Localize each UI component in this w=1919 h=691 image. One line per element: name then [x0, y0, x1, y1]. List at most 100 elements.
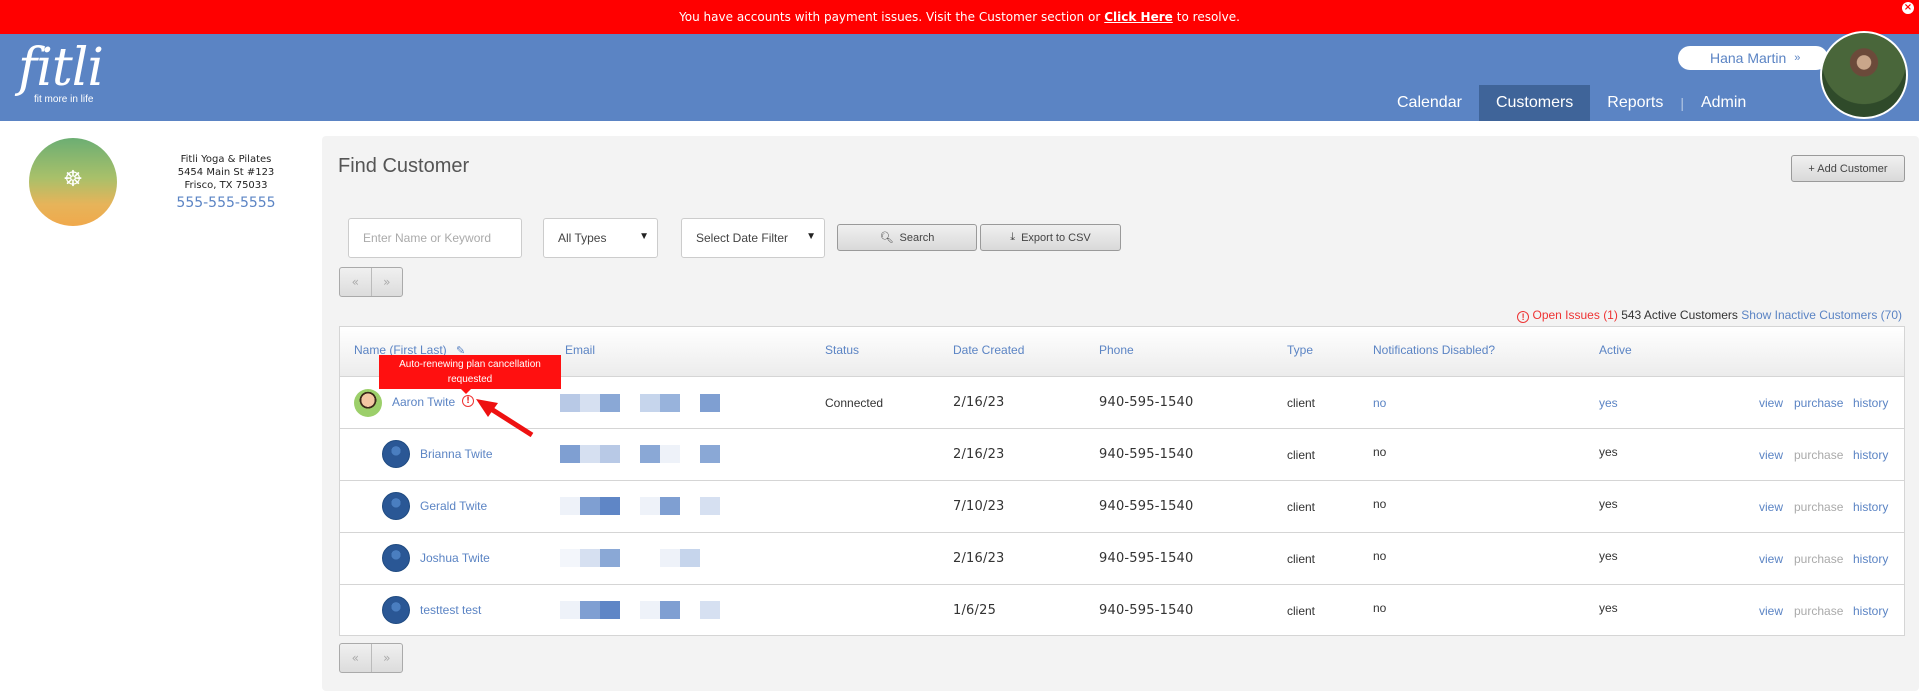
- table-row[interactable]: Joshua Twite 2/16/23 940-595-1540 client…: [340, 533, 1904, 585]
- date-created-value: 2/16/23: [953, 551, 1005, 566]
- col-notif-header[interactable]: Notifications Disabled?: [1373, 343, 1495, 357]
- type-select[interactable]: All Types ▼: [543, 218, 658, 258]
- export-button-label: Export to CSV: [1021, 231, 1091, 244]
- customer-name-link[interactable]: testtest test: [420, 603, 481, 617]
- studio-phone[interactable]: 555-555-5555: [152, 192, 300, 214]
- notifications-value: no: [1373, 445, 1387, 459]
- alert-circle-icon: !: [1517, 311, 1530, 323]
- date-filter-select[interactable]: Select Date Filter ▼: [681, 218, 825, 258]
- customer-name-link[interactable]: Joshua Twite: [420, 551, 490, 565]
- purchase-link-disabled: purchase: [1794, 604, 1844, 618]
- active-value: yes: [1599, 497, 1618, 511]
- search-button[interactable]: 🔍︎ Search: [837, 224, 977, 251]
- fitli-logo[interactable]: fitli: [18, 40, 104, 96]
- red-arrow-annotation: [476, 399, 534, 438]
- export-csv-button[interactable]: ⤓ Export to CSV: [980, 224, 1121, 251]
- user-avatar[interactable]: [1820, 31, 1908, 119]
- studio-name: Fitli Yoga & Pilates: [180, 154, 272, 165]
- date-created-value: 7/10/23: [953, 499, 1005, 514]
- purchase-link-disabled: purchase: [1794, 448, 1844, 462]
- search-input[interactable]: Enter Name or Keyword: [348, 218, 522, 258]
- open-issues-label: Open Issues (1): [1532, 308, 1618, 322]
- user-menu[interactable]: Hana Martin »: [1678, 46, 1828, 70]
- type-value: client: [1287, 396, 1316, 410]
- table-row[interactable]: testtest test 1/6/25 940-595-1540 client…: [340, 585, 1904, 637]
- phone-value: 940-595-1540: [1099, 499, 1194, 514]
- history-link[interactable]: history: [1853, 604, 1888, 618]
- type-select-value: All Types: [558, 231, 607, 245]
- avatar: [382, 440, 410, 468]
- col-email-header[interactable]: Email: [565, 343, 595, 357]
- customer-name-link[interactable]: Gerald Twite: [420, 499, 487, 513]
- search-button-label: Search: [899, 231, 935, 244]
- cancellation-tooltip: Auto-renewing plan cancellation requeste…: [379, 355, 561, 394]
- studio-address-2: Frisco, TX 75033: [184, 180, 268, 191]
- purchase-link-disabled: purchase: [1794, 552, 1844, 566]
- pager-top: « »: [339, 267, 403, 297]
- history-link[interactable]: history: [1853, 552, 1888, 566]
- nav-calendar[interactable]: Calendar: [1380, 85, 1479, 121]
- phone-value: 940-595-1540: [1099, 551, 1194, 566]
- avatar: [382, 596, 410, 624]
- user-name: Hana Martin: [1710, 50, 1787, 66]
- type-value: client: [1287, 448, 1316, 462]
- view-link[interactable]: view: [1759, 604, 1783, 618]
- pager-next[interactable]: »: [372, 268, 403, 296]
- logo-tagline: fit more in life: [34, 94, 94, 105]
- view-link[interactable]: view: [1759, 396, 1783, 410]
- chevron-down-icon: »: [1794, 52, 1801, 64]
- phone-value: 940-595-1540: [1099, 447, 1194, 462]
- notifications-value: no: [1373, 549, 1387, 563]
- close-icon[interactable]: ×: [1902, 2, 1914, 14]
- meditation-icon: ☸: [63, 167, 83, 192]
- active-value: yes: [1599, 445, 1618, 459]
- show-inactive-link[interactable]: Show Inactive Customers (70): [1741, 308, 1902, 322]
- add-customer-button[interactable]: + Add Customer: [1791, 155, 1905, 182]
- avatar: [382, 544, 410, 572]
- active-toggle[interactable]: yes: [1599, 396, 1618, 410]
- date-created-value: 1/6/25: [953, 603, 997, 618]
- history-link[interactable]: history: [1853, 396, 1888, 410]
- table-row[interactable]: Gerald Twite 7/10/23 940-595-1540 client…: [340, 481, 1904, 533]
- col-date-header[interactable]: Date Created: [953, 343, 1024, 357]
- open-issues-link[interactable]: ! Open Issues (1): [1517, 308, 1621, 323]
- history-link[interactable]: history: [1853, 448, 1888, 462]
- pager-bottom: « »: [339, 643, 403, 673]
- customer-summary: ! Open Issues (1) 543 Active Customers S…: [1517, 308, 1902, 323]
- history-link[interactable]: history: [1853, 500, 1888, 514]
- table-row[interactable]: Brianna Twite 2/16/23 940-595-1540 clien…: [340, 429, 1904, 481]
- main-nav: Calendar Customers Reports | Admin: [1380, 85, 1763, 121]
- view-link[interactable]: view: [1759, 552, 1783, 566]
- table-header: Name (First Last) ✎ Email Status Date Cr…: [340, 327, 1904, 377]
- notifications-toggle[interactable]: no: [1373, 396, 1386, 410]
- pager-next[interactable]: »: [372, 644, 403, 672]
- view-link[interactable]: view: [1759, 500, 1783, 514]
- status-value: Connected: [825, 396, 884, 410]
- purchase-link[interactable]: purchase: [1794, 396, 1843, 410]
- nav-customers[interactable]: Customers: [1478, 85, 1591, 121]
- payment-issues-banner: You have accounts with payment issues. V…: [0, 0, 1919, 34]
- customer-name-link[interactable]: Brianna Twite: [420, 447, 493, 461]
- nav-admin[interactable]: Admin: [1684, 85, 1763, 121]
- active-value: yes: [1599, 601, 1618, 615]
- customers-table: Name (First Last) ✎ Email Status Date Cr…: [339, 326, 1905, 636]
- alert-click-here-link[interactable]: Click Here: [1104, 10, 1173, 24]
- date-filter-value: Select Date Filter: [696, 231, 789, 245]
- search-icon: 🔍︎: [879, 232, 894, 244]
- pager-prev[interactable]: «: [340, 644, 372, 672]
- chevron-down-icon: ▼: [639, 231, 649, 242]
- studio-address-1: 5454 Main St #123: [177, 167, 275, 178]
- customer-name-link[interactable]: Aaron Twite: [392, 395, 455, 409]
- type-value: client: [1287, 500, 1316, 514]
- table-row[interactable]: Aaron Twite ! Connected 2/16/23 940-595-…: [340, 377, 1904, 429]
- alert-text-end: to resolve.: [1176, 10, 1240, 24]
- col-phone-header[interactable]: Phone: [1099, 343, 1134, 357]
- type-value: client: [1287, 604, 1316, 618]
- col-type-header[interactable]: Type: [1287, 343, 1313, 357]
- col-status-header[interactable]: Status: [825, 343, 859, 357]
- view-link[interactable]: view: [1759, 448, 1783, 462]
- nav-reports[interactable]: Reports: [1590, 85, 1680, 121]
- col-active-header[interactable]: Active: [1599, 343, 1632, 357]
- pager-prev[interactable]: «: [340, 268, 372, 296]
- date-created-value: 2/16/23: [953, 447, 1005, 462]
